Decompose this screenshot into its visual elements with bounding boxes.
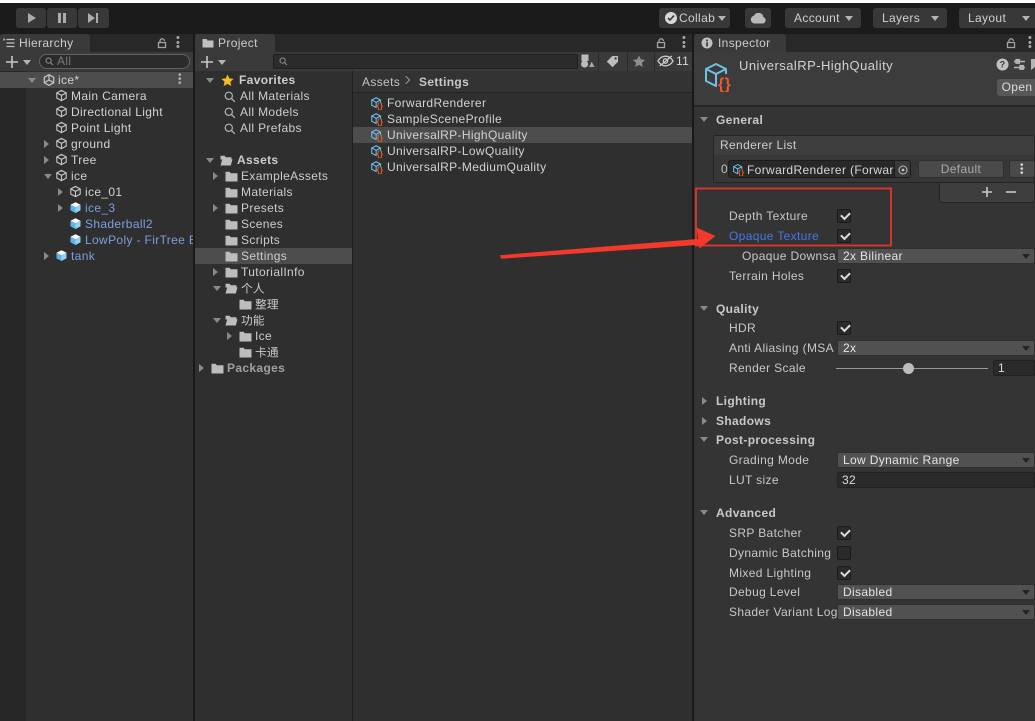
svg-text:{}: {} <box>377 118 384 126</box>
svg-text:{}: {} <box>377 134 384 142</box>
svg-text:{}: {} <box>377 166 384 174</box>
svg-text:{}: {} <box>718 76 731 92</box>
svg-text:{}: {} <box>377 150 384 158</box>
svg-text:{}: {} <box>738 168 744 176</box>
svg-text:?: ? <box>1000 60 1006 70</box>
svg-text:{}: {} <box>377 102 384 110</box>
